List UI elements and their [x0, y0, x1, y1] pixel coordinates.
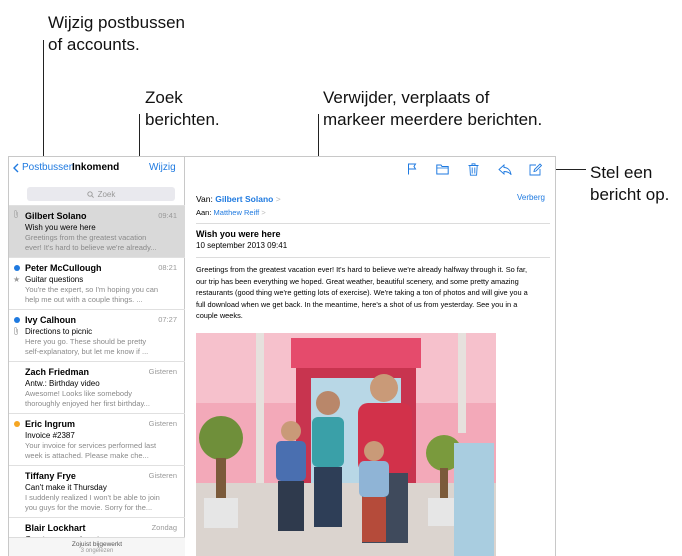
- search-field[interactable]: Zoek: [27, 187, 175, 201]
- callout-compose: Stel een bericht op.: [590, 163, 670, 204]
- message-subject: Can't make it Thursday: [25, 483, 107, 492]
- flag-indicator: [14, 421, 20, 427]
- message-time: 08:21: [158, 263, 177, 272]
- folder-icon: [436, 164, 449, 174]
- message-preview: Awesome! Looks like somebody: [25, 389, 132, 398]
- message-time: Gisteren: [148, 419, 177, 428]
- callout-multi-edit: Verwijder, verplaats of markeer meerdere…: [323, 88, 543, 129]
- message-time: Gisteren: [148, 471, 177, 480]
- message-subject: Guitar questions: [25, 275, 84, 284]
- chevron-right-icon: >: [261, 208, 266, 217]
- message-preview: week is attached. Please make che...: [25, 451, 149, 460]
- message-subject: Antw.: Birthday video: [25, 379, 100, 388]
- trash-button[interactable]: [458, 161, 489, 177]
- reply-button[interactable]: [489, 161, 520, 177]
- mailboxes-back-button[interactable]: Postbussen: [13, 162, 74, 173]
- to-label: Aan:: [196, 208, 212, 217]
- message-toolbar: [396, 161, 551, 177]
- unread-indicator: [14, 265, 20, 271]
- hide-details-button[interactable]: Verberg: [517, 193, 545, 202]
- search-icon: [86, 190, 94, 198]
- trash-icon: [468, 162, 479, 176]
- message-row[interactable]: Tiffany Frye Gisteren Can't make it Thur…: [9, 465, 185, 517]
- message-row[interactable]: Ivy Calhoun 07:27 Directions to picnic H…: [9, 309, 185, 361]
- message-sender: Peter McCullough: [25, 263, 102, 273]
- search-placeholder: Zoek: [97, 189, 116, 199]
- message-date: 10 september 2013 09:41: [196, 241, 288, 250]
- to-recipient[interactable]: Matthew Reiff: [214, 208, 260, 217]
- message-pane: Van: Gilbert Solano > Aan: Matthew Reiff…: [186, 157, 555, 556]
- compose-icon: [529, 162, 542, 175]
- message-row[interactable]: Zach Friedman Gisteren Antw.: Birthday v…: [9, 361, 185, 413]
- move-button[interactable]: [427, 161, 458, 177]
- attached-family-photo: [196, 333, 496, 556]
- star-icon: ★: [13, 275, 21, 284]
- message-body: Greetings from the greatest vacation eve…: [196, 265, 528, 320]
- compose-button[interactable]: [520, 161, 551, 177]
- message-preview: help me out with a couple things. ...: [25, 295, 143, 304]
- header-divider: [196, 223, 550, 224]
- from-label: Van:: [196, 194, 213, 204]
- message-header: Van: Gilbert Solano > Aan: Matthew Reiff…: [196, 193, 548, 219]
- message-row[interactable]: Gilbert Solano 09:41 Wish you were here …: [9, 205, 185, 257]
- edit-button[interactable]: Wijzig: [149, 162, 176, 173]
- message-row[interactable]: ★ Peter McCullough 08:21 Guitar question…: [9, 257, 185, 309]
- status-updated: Zojuist bijgewerkt: [71, 541, 123, 548]
- message-preview: thoroughly enjoyed her first birthday...: [25, 399, 150, 408]
- inbox-title: Inkomend: [72, 162, 120, 173]
- message-time: 09:41: [158, 211, 177, 220]
- message-list-pane: Postbussen Inkomend Wijzig Zoek Gilbert …: [9, 157, 185, 556]
- reply-icon: [497, 163, 512, 175]
- chevron-right-icon: >: [275, 194, 281, 204]
- status-unread-count: 3 ongelezen: [80, 548, 114, 554]
- message-subject: Invoice #2387: [25, 431, 75, 440]
- message-sender: Ivy Calhoun: [25, 315, 77, 325]
- message-preview: Your invoice for services performed last: [25, 441, 157, 450]
- from-sender[interactable]: Gilbert Solano: [215, 194, 273, 204]
- paperclip-icon: [13, 327, 19, 337]
- mail-app-window: Postbussen Inkomend Wijzig Zoek Gilbert …: [8, 156, 556, 556]
- message-preview: Greetings from the greatest vacation: [25, 233, 147, 242]
- callout-mailboxes: Wijzig postbussen of accounts.: [48, 13, 186, 54]
- message-preview: self-explanatory, but let me know if ...: [25, 347, 149, 356]
- message-subject: Wish you were here: [25, 223, 96, 232]
- message-preview: Here you go. These should be pretty: [25, 337, 147, 346]
- message-time: 07:27: [158, 315, 177, 324]
- back-button-label: Postbussen: [22, 162, 75, 173]
- message-preview: you guys for the movie. Sorry for the...: [25, 503, 153, 512]
- header-divider: [196, 257, 550, 258]
- message-row[interactable]: Eric Ingrum Gisteren Invoice #2387 Your …: [9, 413, 185, 465]
- callout-search: Zoek berichten.: [145, 88, 220, 129]
- mailbox-status-bar: Zojuist bijgewerkt 3 ongelezen: [9, 537, 185, 556]
- message-sender: Gilbert Solano: [25, 211, 87, 221]
- paperclip-icon: [13, 210, 19, 220]
- unread-indicator: [14, 317, 20, 323]
- message-subject: Directions to picnic: [25, 327, 93, 336]
- flag-button[interactable]: [396, 161, 427, 177]
- message-preview: ever! It's hard to believe we're already…: [25, 243, 157, 252]
- message-time: Gisteren: [148, 367, 177, 376]
- message-list: Gilbert Solano 09:41 Wish you were here …: [9, 205, 185, 556]
- message-subject-title: Wish you were here: [196, 229, 281, 239]
- message-time: Zondag: [151, 523, 177, 532]
- flag-icon: [407, 163, 416, 175]
- message-preview: You're the expert, so I'm hoping you can: [25, 285, 159, 294]
- callout-line-mailboxes: [43, 40, 44, 164]
- message-preview: I suddenly realized I won't be able to j…: [25, 493, 160, 502]
- back-chevron-icon: [13, 163, 19, 172]
